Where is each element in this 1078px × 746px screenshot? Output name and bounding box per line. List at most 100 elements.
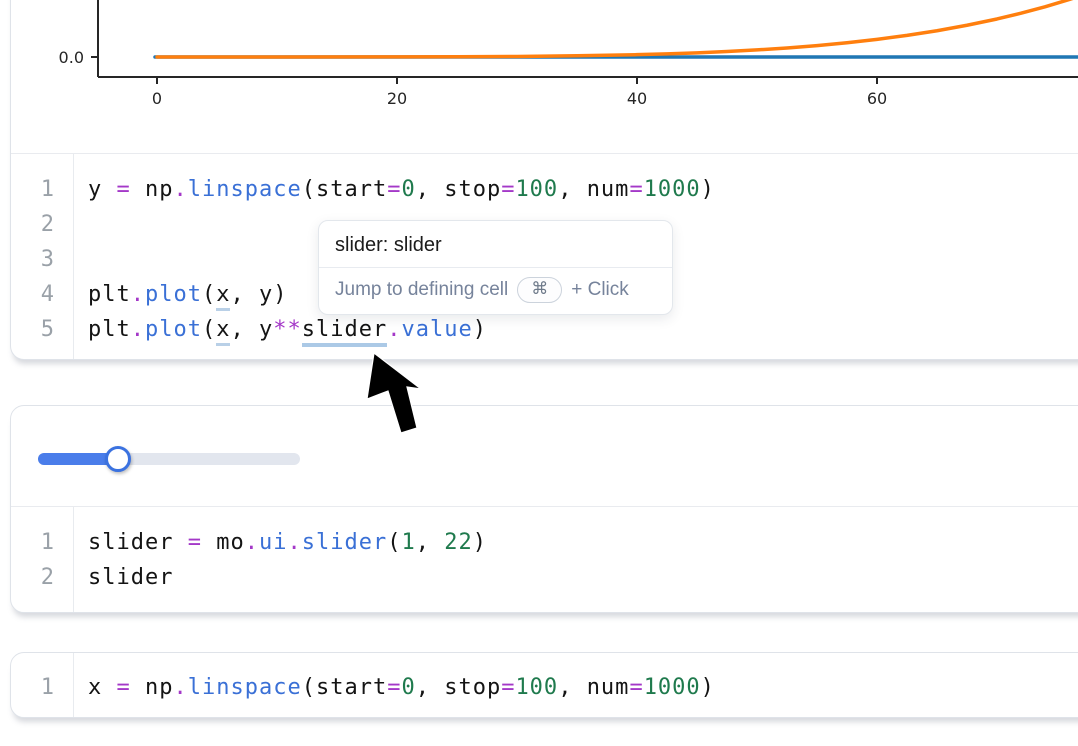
code-text: plt.plot(x, y) xyxy=(88,282,287,307)
code-token: . xyxy=(245,530,259,555)
code-token: y xyxy=(88,177,102,202)
code-editor-x[interactable]: 1 x = np.linspace(start=0, stop=100, num=… xyxy=(11,653,1078,717)
tooltip-footer: Jump to defining cell ⌘ + Click xyxy=(319,268,672,314)
code-token: mo xyxy=(216,530,245,555)
code-token: = xyxy=(117,675,131,700)
code-text: slider = mo.ui.slider(1, 22) xyxy=(88,530,487,555)
variable-reference[interactable]: x xyxy=(216,317,230,346)
line-number: 1 xyxy=(11,670,55,705)
variable-reference[interactable]: slider xyxy=(302,317,387,347)
x-tick-label: 0 xyxy=(152,89,162,108)
variable-tooltip: slider: slider Jump to defining cell ⌘ +… xyxy=(318,220,673,315)
code-token: value xyxy=(401,317,472,342)
code-editor-slider[interactable]: 1slider = mo.ui.slider(1, 22)2slider xyxy=(11,507,1078,612)
line-number: 4 xyxy=(11,277,55,312)
code-token: linspace xyxy=(188,675,302,700)
code-token: . xyxy=(387,317,401,342)
code-token: , xyxy=(416,675,445,700)
code-token: = xyxy=(501,177,515,202)
code-token: 0 xyxy=(401,675,415,700)
code-token: . xyxy=(174,675,188,700)
code-token xyxy=(102,177,116,202)
slider-thumb[interactable] xyxy=(105,446,131,472)
code-token xyxy=(202,530,216,555)
code-token: , xyxy=(416,177,445,202)
code-token: ( xyxy=(202,282,216,307)
code-token: . xyxy=(287,530,301,555)
tooltip-click-suffix: + Click xyxy=(571,279,629,301)
variable-reference[interactable]: x xyxy=(216,282,230,311)
code-token: 100 xyxy=(515,177,558,202)
code-token: ( xyxy=(302,675,316,700)
code-line[interactable]: 2 slider xyxy=(11,560,1078,595)
code-token: , xyxy=(230,282,259,307)
code-token: ) xyxy=(701,177,715,202)
tooltip-title: slider: slider xyxy=(319,221,672,267)
line-number: 5 xyxy=(11,312,55,347)
code-token: ** xyxy=(273,317,302,342)
code-token: start xyxy=(316,675,387,700)
code-token: y xyxy=(259,317,273,342)
code-token: . xyxy=(131,317,145,342)
code-token: ( xyxy=(302,177,316,202)
marimo-notebook: 0.00204060 1y = np.linspace(start=0, sto… xyxy=(0,0,1078,746)
code-line[interactable]: 1 x = np.linspace(start=0, stop=100, num=… xyxy=(11,670,1078,705)
slider-output xyxy=(11,406,1078,507)
code-token: 22 xyxy=(444,530,473,555)
code-token: stop xyxy=(444,675,501,700)
x-tick-label: 40 xyxy=(627,89,647,108)
code-token: = xyxy=(629,675,643,700)
code-text: slider xyxy=(88,565,173,590)
code-token: = xyxy=(188,530,202,555)
code-token: ( xyxy=(387,530,401,555)
x-tick-label: 60 xyxy=(867,89,887,108)
code-token: plot xyxy=(145,317,202,342)
code-token: np xyxy=(145,675,174,700)
slider-widget[interactable] xyxy=(38,446,300,472)
code-token: slider xyxy=(302,530,387,555)
code-token: = xyxy=(387,177,401,202)
line-number: 2 xyxy=(11,207,55,242)
code-token: linspace xyxy=(188,177,302,202)
code-token: slider xyxy=(88,530,173,555)
code-token: 100 xyxy=(515,675,558,700)
code-token: = xyxy=(501,675,515,700)
code-token: , xyxy=(558,177,587,202)
code-line[interactable]: 1slider = mo.ui.slider(1, 22) xyxy=(11,525,1078,560)
code-text: y = np.linspace(start=0, stop=100, num=1… xyxy=(88,177,715,202)
code-token xyxy=(173,530,187,555)
code-line[interactable]: 5plt.plot(x, y**slider.value) xyxy=(11,312,1078,347)
line-number: 2 xyxy=(11,560,55,595)
code-line[interactable]: 1y = np.linspace(start=0, stop=100, num=… xyxy=(11,172,1078,207)
code-token: plt xyxy=(88,317,131,342)
line-number: 3 xyxy=(11,242,55,277)
code-token: num xyxy=(587,177,630,202)
code-token: , xyxy=(230,317,259,342)
code-token: 1 xyxy=(401,530,415,555)
code-token: ) xyxy=(701,675,715,700)
plot-output: 0.00204060 xyxy=(11,0,1078,154)
jump-to-defining-cell-link[interactable]: Jump to defining cell xyxy=(335,279,508,301)
code-token: num xyxy=(587,675,630,700)
command-key-badge: ⌘ xyxy=(517,277,562,303)
code-token xyxy=(131,675,145,700)
code-token: . xyxy=(174,177,188,202)
code-token: ui xyxy=(259,530,288,555)
code-token: ( xyxy=(202,317,216,342)
code-token: stop xyxy=(444,177,501,202)
code-token: 1000 xyxy=(644,675,701,700)
matplotlib-figure: 0.00204060 xyxy=(11,0,1078,153)
code-token: = xyxy=(387,675,401,700)
code-token: = xyxy=(117,177,131,202)
code-token: ) xyxy=(473,530,487,555)
code-token: x xyxy=(88,675,102,700)
line-number: 1 xyxy=(11,172,55,207)
code-token: slider xyxy=(88,565,173,590)
code-token xyxy=(102,675,116,700)
code-token: plt xyxy=(88,282,131,307)
mouse-cursor-arrow xyxy=(360,345,435,445)
code-text: x = np.linspace(start=0, stop=100, num=1… xyxy=(88,675,715,700)
code-token xyxy=(131,177,145,202)
code-token: np xyxy=(145,177,174,202)
series-line-orange xyxy=(157,0,1078,57)
